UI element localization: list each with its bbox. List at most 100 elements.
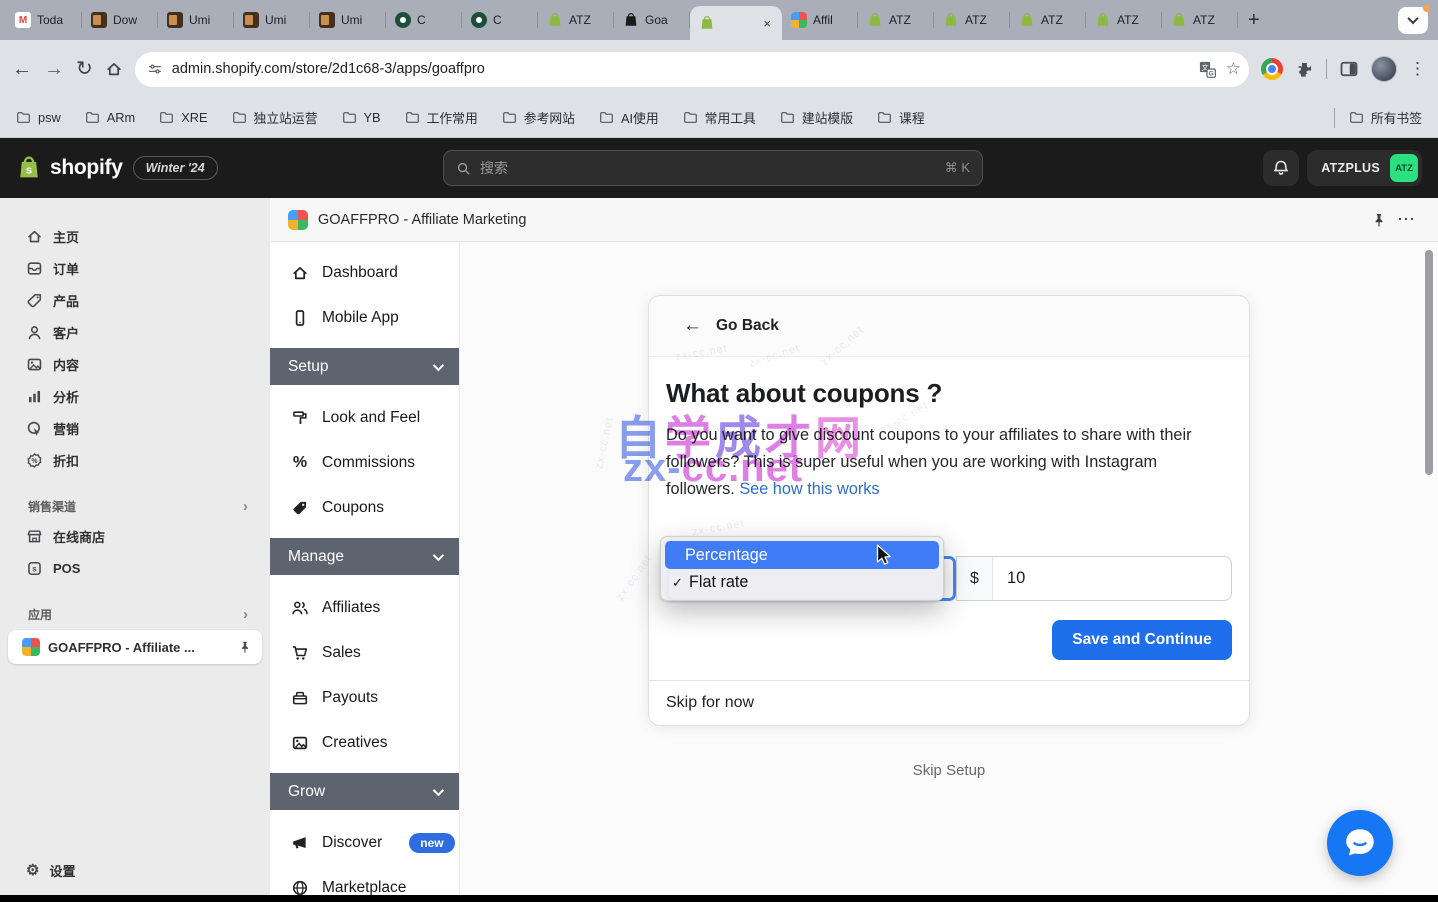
sidebar-item-settings[interactable]: ⚙设置 [8, 854, 262, 886]
chrome-profile-icon[interactable] [1261, 58, 1283, 80]
bookmark-folder[interactable]: 参考网站 [502, 108, 575, 127]
browser-tab[interactable]: ATZ [1162, 0, 1238, 40]
nav-item-commissions[interactable]: %Commissions [270, 440, 459, 485]
extensions-icon[interactable] [1295, 60, 1314, 79]
sidebar-item-orders[interactable]: 订单 [8, 252, 262, 284]
save-and-continue-button[interactable]: Save and Continue [1052, 620, 1232, 660]
browser-tab[interactable]: Goa [614, 0, 690, 40]
sidebar-item-online-store[interactable]: 在线商店 [8, 520, 262, 552]
sidebar-item-discounts[interactable]: 折扣 [8, 444, 262, 476]
shopify-icon [867, 12, 883, 28]
bookmark-folder[interactable]: 课程 [877, 108, 925, 127]
browser-tab[interactable]: ATZ [538, 0, 614, 40]
nav-section-setup[interactable]: Setup [270, 348, 459, 385]
bookmark-star-icon[interactable]: ☆ [1226, 59, 1241, 79]
nav-section-manage[interactable]: Manage [270, 538, 459, 575]
translate-icon[interactable] [1198, 60, 1217, 79]
browser-tab[interactable]: Affil [782, 0, 858, 40]
reload-button[interactable]: ↻ [76, 59, 93, 79]
see-how-link[interactable]: See how this works [739, 480, 879, 498]
browser-tab-strip: Toda Dow Umi Umi Umi C C ATZ Goa × Affil… [0, 0, 1438, 40]
chat-widget-button[interactable] [1327, 810, 1393, 876]
bookmark-folder[interactable]: AI使用 [599, 108, 659, 127]
nav-item-sales[interactable]: Sales [270, 630, 459, 675]
nav-item-payouts[interactable]: Payouts [270, 675, 459, 720]
browser-tab[interactable]: ATZ [1086, 0, 1162, 40]
browser-tab[interactable]: Dow [82, 0, 158, 40]
sales-channels-header[interactable]: 销售渠道› [8, 494, 262, 518]
browser-tab[interactable]: ATZ [934, 0, 1010, 40]
pin-icon[interactable] [238, 640, 252, 654]
address-bar[interactable]: admin.shopify.com/store/2d1c68-3/apps/go… [135, 52, 1249, 87]
sidebar-item-goaffpro[interactable]: GOAFFPRO - Affiliate ... [8, 630, 262, 664]
go-back-button[interactable]: ← Go Back [649, 296, 1249, 357]
browser-tab[interactable]: C [386, 0, 462, 40]
admin-search-input[interactable]: 搜索 ⌘ K [443, 150, 983, 186]
dropdown-option-percentage[interactable]: Percentage [665, 541, 939, 569]
page-scrollbar[interactable] [1425, 250, 1433, 475]
bookmark-folder[interactable]: 建站模版 [780, 108, 853, 127]
nav-item-mobile-app[interactable]: Mobile App [270, 295, 459, 340]
grid-app-icon [791, 12, 807, 28]
nav-item-look-and-feel[interactable]: Look and Feel [270, 395, 459, 440]
folder-icon [683, 110, 698, 125]
bookmark-folder[interactable]: 常用工具 [683, 108, 756, 127]
nav-item-creatives[interactable]: Creatives [270, 720, 459, 765]
browser-tab[interactable]: Umi [234, 0, 310, 40]
sidebar-item-pos[interactable]: POS [8, 552, 262, 584]
dialog-description: Do you want to give discount coupons to … [666, 422, 1226, 503]
browser-tab-active[interactable]: × [690, 6, 782, 40]
sidebar-item-analytics[interactable]: 分析 [8, 380, 262, 412]
skip-setup-link[interactable]: Skip Setup [460, 762, 1438, 779]
browser-menu-icon[interactable]: ⋮ [1409, 59, 1426, 79]
all-bookmarks[interactable]: 所有书签 [1349, 108, 1422, 127]
browser-tab[interactable]: C [462, 0, 538, 40]
browser-tab[interactable]: Umi [158, 0, 234, 40]
bookmark-folder[interactable]: YB [342, 110, 381, 125]
app-menu-icon[interactable]: ⋯ [1397, 209, 1416, 230]
sidebar-item-customers[interactable]: 客户 [8, 316, 262, 348]
bookmark-folder[interactable]: 工作常用 [405, 108, 478, 127]
nav-item-discover[interactable]: Discovernew [270, 820, 459, 865]
percent-icon: % [291, 454, 309, 472]
side-panel-icon[interactable] [1339, 59, 1359, 79]
sidebar-item-content[interactable]: 内容 [8, 348, 262, 380]
nav-item-affiliates[interactable]: Affiliates [270, 585, 459, 630]
site-info-icon[interactable] [147, 61, 163, 77]
bookmark-folder[interactable]: ARm [85, 110, 135, 125]
nav-section-grow[interactable]: Grow [270, 773, 459, 810]
notifications-button[interactable] [1263, 150, 1299, 186]
new-tab-button[interactable]: + [1238, 9, 1270, 32]
browser-tab[interactable]: Toda [6, 0, 82, 40]
tab-close-icon[interactable]: × [761, 16, 773, 31]
tab-search-button[interactable] [1398, 7, 1428, 34]
pin-icon[interactable] [1371, 212, 1387, 228]
storefront-icon [26, 528, 43, 545]
discount-badge-icon [26, 452, 43, 469]
skip-for-now-button[interactable]: Skip for now [649, 680, 1249, 725]
forward-button[interactable]: → [44, 59, 64, 79]
profile-avatar[interactable] [1371, 56, 1397, 82]
chevron-down-icon [1407, 13, 1418, 24]
home-button[interactable] [105, 60, 123, 78]
sidebar-item-products[interactable]: 产品 [8, 284, 262, 316]
sidebar-item-home[interactable]: 主页 [8, 220, 262, 252]
browser-tab[interactable]: Umi [310, 0, 386, 40]
nav-item-coupons[interactable]: Coupons [270, 485, 459, 530]
back-button[interactable]: ← [12, 59, 32, 79]
bookmark-folder[interactable]: psw [16, 110, 61, 125]
account-menu[interactable]: ATZPLUS ATZ [1307, 150, 1422, 186]
bookmark-folder[interactable]: XRE [159, 110, 207, 125]
shopify-logo[interactable]: s shopify [16, 155, 123, 181]
folder-app-icon [319, 12, 335, 28]
browser-tab[interactable]: ATZ [858, 0, 934, 40]
sidebar-item-marketing[interactable]: 营销 [8, 412, 262, 444]
apps-header[interactable]: 应用› [8, 602, 262, 626]
dropdown-option-flat-rate[interactable]: ✓Flat rate [665, 569, 939, 596]
browser-tab[interactable]: ATZ [1010, 0, 1086, 40]
release-badge[interactable]: Winter '24 [133, 156, 218, 180]
url-text: admin.shopify.com/store/2d1c68-3/apps/go… [172, 61, 1189, 77]
bookmark-folder[interactable]: 独立站运营 [232, 108, 318, 127]
nav-item-dashboard[interactable]: Dashboard [270, 250, 459, 295]
coupon-amount-input[interactable] [993, 556, 1232, 601]
